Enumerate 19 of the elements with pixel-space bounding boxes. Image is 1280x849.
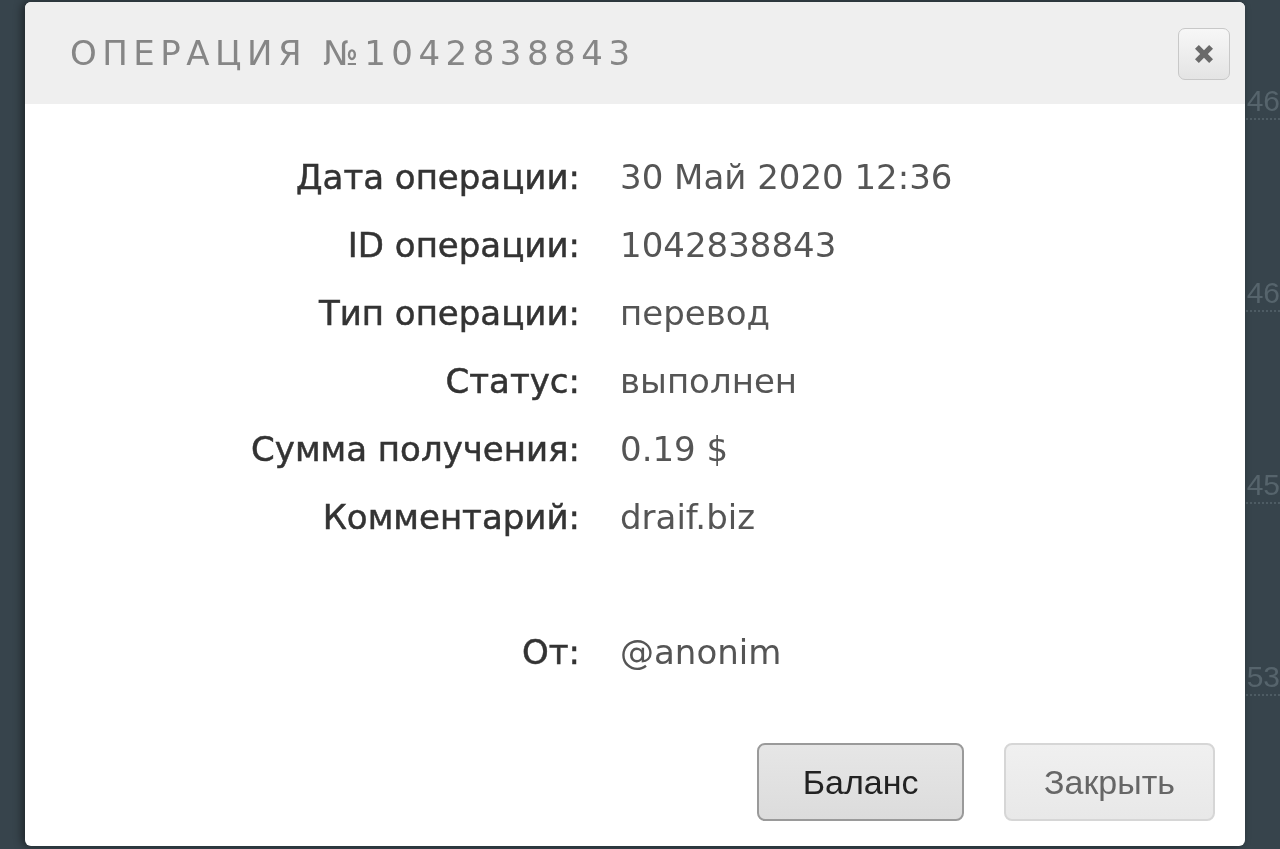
dialog-title: ОПЕРАЦИЯ №1042838843 [70,33,636,73]
sender-label: От: [521,632,580,672]
detail-label: Тип операции: [318,293,580,333]
dialog-button[interactable]: Закрыть [1004,743,1215,821]
detail-value: draif.biz [620,497,756,537]
detail-value: 0.19 $ [620,429,729,469]
detail-label: Комментарий: [322,497,580,537]
dialog-button[interactable]: Баланс [757,743,965,821]
detail-value: перевод [620,293,770,333]
detail-value: выполнен [620,361,798,401]
sender-value: @anonim [620,632,782,672]
detail-label: Дата операции: [296,157,580,197]
detail-value: 30 Май 2020 12:36 [620,157,953,197]
detail-value: 1042838843 [620,225,837,265]
close-button[interactable] [1178,28,1230,80]
detail-label: Статус: [445,361,580,401]
detail-label: Сумма получения: [251,429,580,469]
detail-label: ID операции: [347,225,580,265]
close-icon [1195,45,1213,63]
